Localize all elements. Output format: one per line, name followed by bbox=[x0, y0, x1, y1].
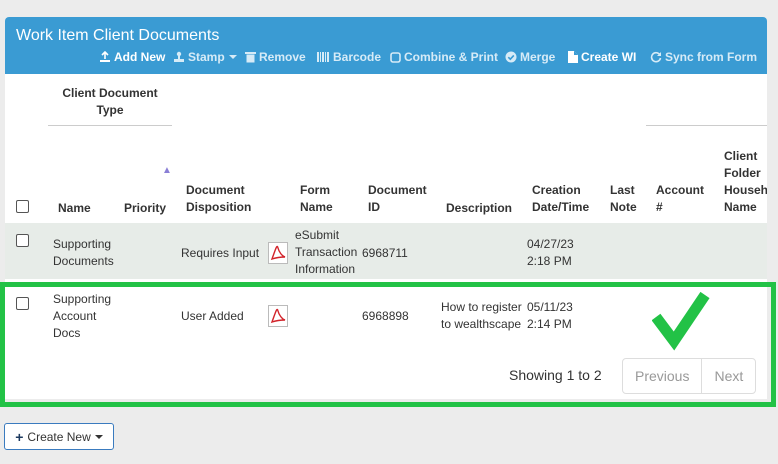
stamp-icon bbox=[174, 51, 184, 62]
col-header-account[interactable]: Account # bbox=[656, 182, 711, 216]
cell-creation-datetime: 04/27/23 2:18 PM bbox=[527, 237, 574, 268]
cell-disposition: Requires Input bbox=[181, 246, 260, 260]
square-icon bbox=[390, 51, 401, 63]
sync-from-form-label: Sync from Form bbox=[665, 50, 758, 64]
add-document-icon bbox=[100, 51, 110, 62]
barcode-button[interactable]: Barcode bbox=[317, 50, 381, 64]
checkmark-icon bbox=[652, 291, 710, 351]
combine-print-label: Combine & Print bbox=[404, 50, 499, 64]
panel-header: Work Item Client Documents Add New Stamp… bbox=[5, 17, 767, 74]
barcode-icon bbox=[317, 52, 329, 62]
remove-button[interactable]: Remove bbox=[245, 50, 306, 64]
col-header-last-note[interactable]: Last Note bbox=[610, 182, 645, 216]
create-wi-button[interactable]: Create WI bbox=[568, 50, 636, 64]
remove-label: Remove bbox=[259, 50, 306, 64]
combine-print-button[interactable]: Combine & Print bbox=[390, 50, 498, 64]
trash-icon bbox=[245, 52, 256, 63]
group-header-client-document-type: Client Document Type bbox=[62, 86, 158, 117]
add-new-label: Add New bbox=[114, 50, 166, 64]
chevron-down-icon bbox=[94, 434, 103, 439]
stamp-label: Stamp bbox=[188, 50, 225, 64]
cell-name: Supporting Documents bbox=[53, 237, 114, 268]
select-all-checkbox[interactable] bbox=[16, 200, 29, 213]
col-header-creation-datetime[interactable]: Creation Date/Time bbox=[532, 182, 597, 216]
pdf-icon[interactable] bbox=[268, 242, 288, 264]
document-icon bbox=[568, 51, 578, 63]
sync-from-form-button[interactable]: Sync from Form bbox=[650, 50, 757, 64]
barcode-label: Barcode bbox=[333, 50, 382, 64]
create-new-label: Create New bbox=[27, 429, 91, 444]
plus-icon: + bbox=[15, 428, 24, 445]
group-header-underline bbox=[48, 125, 172, 126]
col-header-description[interactable]: Description bbox=[446, 200, 512, 217]
col-header-name[interactable]: Name bbox=[58, 200, 91, 217]
col-header-priority[interactable]: Priority bbox=[124, 200, 166, 217]
col-header-document-disposition[interactable]: Document Disposition bbox=[186, 182, 266, 216]
add-new-button[interactable]: Add New bbox=[99, 50, 165, 64]
merge-label: Merge bbox=[520, 50, 556, 64]
panel-title: Work Item Client Documents bbox=[16, 27, 220, 44]
create-wi-label: Create WI bbox=[581, 50, 637, 64]
merge-button[interactable]: Merge bbox=[505, 50, 555, 64]
table-row[interactable]: Supporting Documents Requires Input eSub… bbox=[5, 223, 767, 279]
check-circle-icon bbox=[505, 51, 517, 63]
col-header-document-id[interactable]: Document ID bbox=[368, 182, 433, 216]
chevron-down-icon bbox=[228, 55, 237, 59]
group-header-underline-right bbox=[646, 125, 767, 126]
stamp-dropdown[interactable]: Stamp bbox=[173, 50, 237, 64]
create-new-button[interactable]: + Create New bbox=[4, 423, 114, 450]
col-header-client-folder-household-name[interactable]: Client Folder Househ Name bbox=[724, 148, 767, 216]
sort-ascending-icon: ▲ bbox=[162, 165, 172, 176]
row-checkbox[interactable] bbox=[16, 234, 29, 247]
cell-form-name: eSubmit Transaction Information bbox=[295, 228, 358, 276]
col-header-form-name[interactable]: Form Name bbox=[300, 182, 345, 216]
cell-document-id: 6968711 bbox=[362, 246, 408, 260]
refresh-icon bbox=[650, 51, 662, 63]
